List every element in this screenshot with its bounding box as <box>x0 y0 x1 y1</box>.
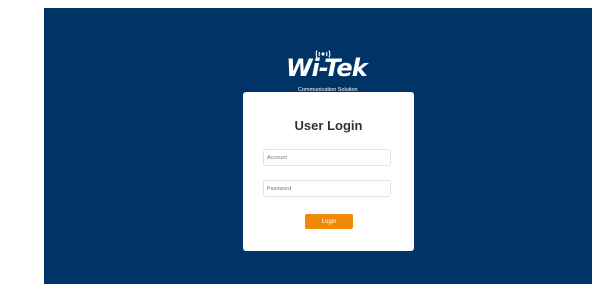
logo-wordmark: Wi-Tek <box>286 54 368 82</box>
password-input[interactable] <box>263 180 391 197</box>
account-input[interactable] <box>263 149 391 166</box>
login-page: Wi-Tek Communication Solution User Login… <box>0 0 592 284</box>
login-card: User Login Login <box>243 92 414 251</box>
login-title: User Login <box>294 118 363 133</box>
login-stage-background: Wi-Tek Communication Solution User Login… <box>44 8 592 284</box>
login-button[interactable]: Login <box>305 214 353 229</box>
